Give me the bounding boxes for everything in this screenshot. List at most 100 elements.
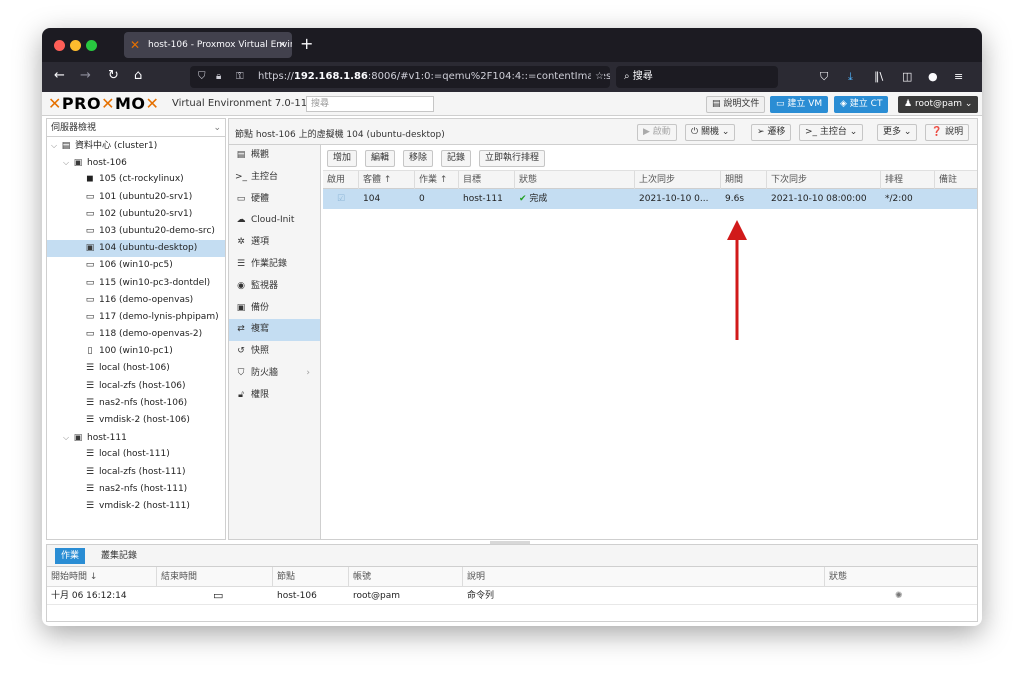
- tree-item[interactable]: ▭ 117 (demo-lynis-phpipam): [47, 309, 225, 326]
- docs-button[interactable]: ▤ 說明文件: [706, 96, 766, 113]
- expander-icon[interactable]: ⌵: [51, 137, 60, 154]
- proxmox-logo: ✕PRO✕MO✕: [48, 94, 160, 113]
- account-icon[interactable]: ●: [928, 70, 938, 83]
- tree-item[interactable]: ▣ 104 (ubuntu-desktop): [47, 240, 225, 258]
- enabled-checkbox[interactable]: ☑: [333, 189, 345, 209]
- edit-button[interactable]: 編輯: [365, 150, 396, 167]
- help-button[interactable]: ❓ 說明: [925, 124, 970, 141]
- column-status[interactable]: 狀態: [515, 171, 635, 189]
- vm-menu-item[interactable]: ▭ 硬體: [229, 189, 320, 211]
- column-description[interactable]: 說明: [463, 567, 825, 587]
- back-icon[interactable]: ←: [54, 68, 65, 83]
- expander-icon[interactable]: ⌵: [63, 429, 72, 446]
- tab-tasks[interactable]: 作業: [55, 548, 86, 564]
- tree-item[interactable]: ▭ 102 (ubuntu20-srv1): [47, 206, 225, 223]
- tree-item[interactable]: ☰ local-zfs (host-106): [47, 378, 225, 395]
- vm-menu-item[interactable]: >_ 主控台: [229, 167, 320, 189]
- column-guest[interactable]: 客體 ↑: [359, 171, 415, 189]
- start-button[interactable]: ▶ 啟動: [637, 124, 677, 141]
- tree-item[interactable]: ⌵ ▣ host-111: [47, 429, 225, 446]
- column-enabled[interactable]: 啟用: [323, 171, 359, 189]
- chevron-right-icon[interactable]: ›: [306, 363, 310, 384]
- tree-item[interactable]: ☰ nas2-nfs (host-111): [47, 481, 225, 498]
- column-last-sync[interactable]: 上次同步: [635, 171, 721, 189]
- vm-menu-item[interactable]: ☰ 作業記錄: [229, 254, 320, 276]
- tree-item[interactable]: ☰ local (host-106): [47, 360, 225, 377]
- pve-search-input[interactable]: 搜尋: [306, 96, 434, 112]
- tree-item[interactable]: ☰ vmdisk-2 (host-111): [47, 498, 225, 515]
- new-tab-button[interactable]: +: [300, 34, 313, 53]
- tree-item[interactable]: ▭ 106 (win10-pc5): [47, 257, 225, 274]
- forward-icon[interactable]: →: [80, 68, 91, 83]
- column-schedule[interactable]: 排程: [881, 171, 935, 189]
- url-bar[interactable]: ⛉ 🔒︎ ⚿ https://192.168.1.86:8006/#v1:0:=…: [190, 66, 610, 88]
- library-icon[interactable]: ∥\: [874, 70, 883, 83]
- column-start-time[interactable]: 開始時間 ↓: [47, 567, 157, 587]
- tree-item[interactable]: ⌵ ▤ 資料中心 (cluster1): [47, 137, 225, 154]
- vm-menu-item[interactable]: ✲ 選項: [229, 232, 320, 254]
- tree-item[interactable]: ◼ 105 (ct-rockylinux): [47, 171, 225, 188]
- more-button[interactable]: 更多 ⌄: [877, 124, 918, 141]
- shutdown-button[interactable]: ⏻ 關機 ⌄: [685, 124, 736, 141]
- column-node[interactable]: 節點: [273, 567, 349, 587]
- sidebar-icon[interactable]: ◫: [902, 70, 912, 83]
- close-tab-icon[interactable]: ×: [278, 32, 286, 58]
- vm-menu-item[interactable]: ▤ 概觀: [229, 145, 320, 167]
- tree-item[interactable]: ▯ 100 (win10-pc1): [47, 343, 225, 360]
- vm-menu-item[interactable]: 🔓︎ 權限: [229, 385, 320, 407]
- search-label: 搜尋: [632, 71, 653, 82]
- tab-cluster-log[interactable]: 叢集記錄: [95, 548, 143, 564]
- tree-item[interactable]: ▭ 101 (ubuntu20-srv1): [47, 189, 225, 206]
- vm-menu-item[interactable]: ↺ 快照: [229, 341, 320, 363]
- tree-item[interactable]: ☰ local-zfs (host-111): [47, 464, 225, 481]
- column-end-time[interactable]: 結束時間: [157, 567, 273, 587]
- zoom-window-button[interactable]: [86, 40, 97, 51]
- download-icon[interactable]: ⤓: [848, 70, 853, 84]
- vm-menu-item[interactable]: ⛉ 防火牆 ›: [229, 363, 320, 385]
- log-button[interactable]: 記錄: [441, 150, 472, 167]
- column-comment[interactable]: 備註: [935, 171, 977, 189]
- book-icon: ▤: [712, 99, 721, 109]
- close-window-button[interactable]: [54, 40, 65, 51]
- browser-tab[interactable]: ✕ host-106 - Proxmox Virtual Envir ×: [124, 32, 292, 58]
- column-job[interactable]: 作業 ↑: [415, 171, 459, 189]
- schedule-now-button[interactable]: 立即執行排程: [479, 150, 546, 167]
- add-button[interactable]: 增加: [327, 150, 358, 167]
- cloud-icon: ☁: [236, 215, 246, 226]
- table-row[interactable]: 十月 06 16:12:14 ▭ host-106 root@pam 命令列 ✺: [47, 587, 977, 605]
- vm-menu-item[interactable]: ☁ Cloud-Init: [229, 210, 320, 232]
- tree-item[interactable]: ☰ local (host-111): [47, 446, 225, 463]
- vm-menu-item[interactable]: ⇄ 複寫: [229, 319, 320, 342]
- create-ct-button[interactable]: ◈ 建立 CT: [834, 96, 889, 113]
- console-button[interactable]: >_ 主控台 ⌄: [799, 124, 864, 141]
- bookmark-star-icon[interactable]: ☆: [591, 66, 604, 88]
- expander-icon[interactable]: ⌵: [63, 154, 72, 171]
- vm-menu-item[interactable]: ◉ 監視器: [229, 276, 320, 298]
- create-vm-button[interactable]: ▭ 建立 VM: [770, 96, 829, 113]
- user-menu-button[interactable]: ♟ root@pam ⌄: [898, 96, 979, 113]
- tree-item[interactable]: ☰ vmdisk-2 (host-106): [47, 412, 225, 429]
- column-next-sync[interactable]: 下次同步: [767, 171, 881, 189]
- column-target[interactable]: 目標: [459, 171, 515, 189]
- tree-item[interactable]: ▭ 115 (win10-pc3-dontdel): [47, 275, 225, 292]
- column-status[interactable]: 狀態: [825, 567, 977, 587]
- tree-item[interactable]: ⌵ ▣ host-106: [47, 154, 225, 171]
- vm-menu-item[interactable]: ▣ 備份: [229, 298, 320, 320]
- view-selector[interactable]: 伺服器檢視 ⌄: [47, 119, 225, 137]
- column-user[interactable]: 帳號: [349, 567, 463, 587]
- table-row[interactable]: ☑ 104 0 host-111 ✔ 完成 2021-10-10 0... 9.…: [323, 189, 977, 209]
- browser-search-bar[interactable]: ⌕ 搜尋: [616, 66, 778, 88]
- tree-item[interactable]: ▭ 103 (ubuntu20-demo-src): [47, 223, 225, 240]
- remove-button[interactable]: 移除: [403, 150, 434, 167]
- pocket-icon[interactable]: ⛉: [820, 70, 828, 84]
- menu-icon[interactable]: ≡: [954, 70, 963, 83]
- column-duration[interactable]: 期間: [721, 171, 767, 189]
- user-icon: ♟: [904, 99, 913, 109]
- tree-item[interactable]: ☰ nas2-nfs (host-106): [47, 395, 225, 412]
- tree-item[interactable]: ▭ 116 (demo-openvas): [47, 292, 225, 309]
- tree-item[interactable]: ▭ 118 (demo-openvas-2): [47, 326, 225, 343]
- minimize-window-button[interactable]: [70, 40, 81, 51]
- home-icon[interactable]: ⌂: [134, 68, 142, 83]
- reload-icon[interactable]: ↻: [108, 68, 119, 83]
- migrate-button[interactable]: ➢ 遷移: [751, 124, 792, 141]
